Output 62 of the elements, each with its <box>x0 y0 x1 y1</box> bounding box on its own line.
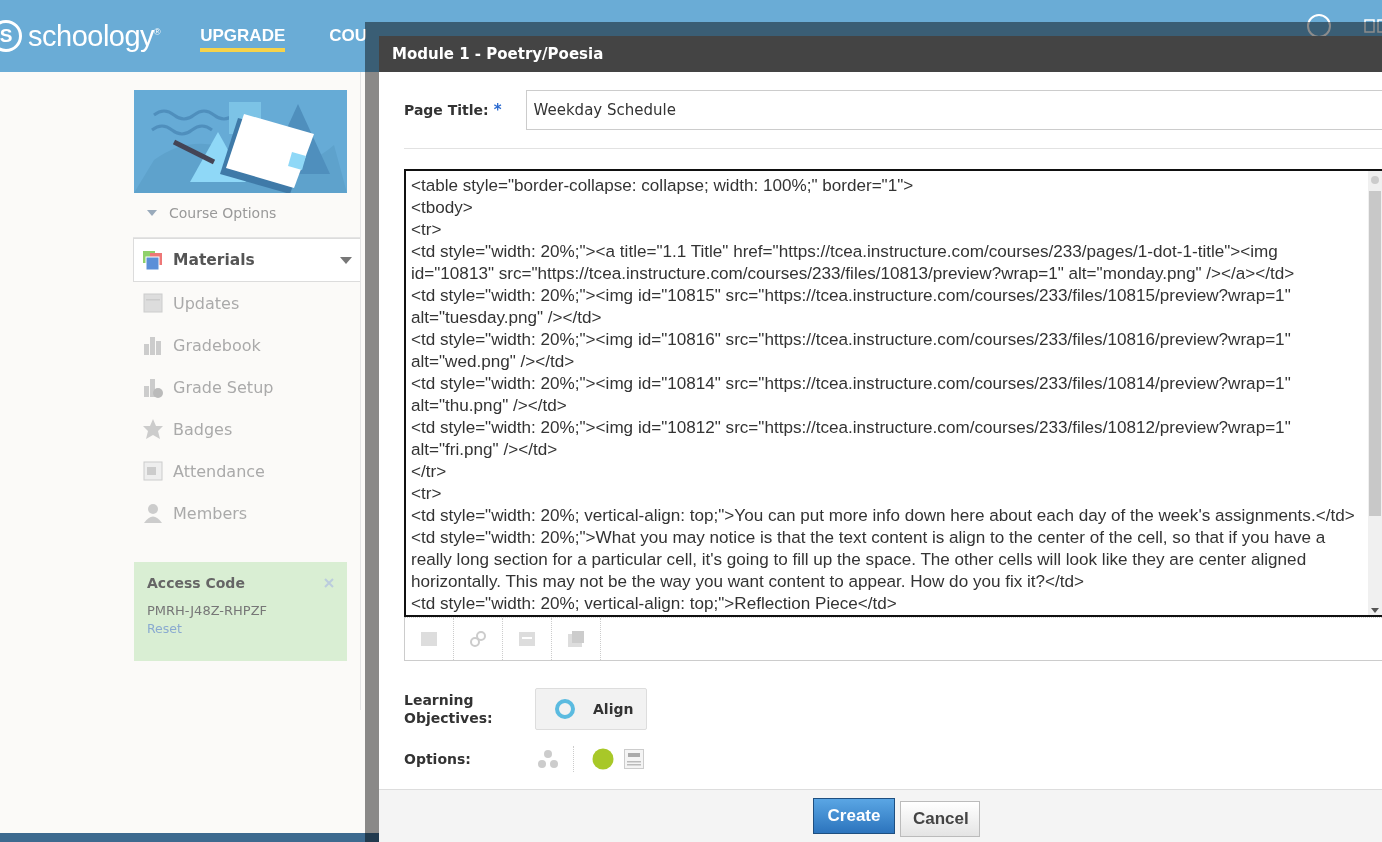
spellcheck-icon <box>624 749 644 769</box>
target-icon <box>555 699 575 719</box>
close-icon <box>324 578 334 588</box>
code-line: id="10813" src="https://tcea.instructure.com/courses/233/files/10813/preview?wrap=1" alt="monday.png" /></a></td> <box>411 263 1295 285</box>
sidebar-item[interactable]: Materials <box>133 238 360 282</box>
logo-text[interactable]: schoology$^{®}$ <box>28 19 161 53</box>
chart-gear-icon <box>142 376 164 398</box>
status-dot-icon <box>592 748 614 770</box>
reset-link[interactable]: Reset <box>147 621 182 636</box>
code-line: <td style="width: 20%; vertical-align: top;">You can put more info down here about each day of the week's assignments.</td> <box>411 505 1355 527</box>
required-mark: * <box>493 101 502 119</box>
code-line: alt="wed.png" /></td> <box>411 351 575 373</box>
insert-content-icon <box>419 629 439 649</box>
learning-objectives-label: Learning Objectives: <box>404 691 494 727</box>
create-button[interactable]: Create <box>813 798 895 834</box>
code-line: <table style="border-collapse: collapse; width: 100%;" border="1"> <box>411 175 914 197</box>
caret-icon <box>147 210 157 216</box>
code-line: <td style="width: 20%; vertical-align: top;">Reflection Piece</td> <box>411 593 897 615</box>
align-button[interactable]: Align <box>535 688 647 730</box>
logo-mark[interactable]: S <box>0 20 22 52</box>
sidebar-item[interactable]: Gradebook <box>134 324 360 366</box>
page-icon <box>142 292 164 314</box>
link-icon <box>468 629 488 649</box>
options-label: Options: <box>404 750 472 768</box>
sidebar-item[interactable]: Grade Setup <box>134 366 360 408</box>
access-code-value: PMRH-J48Z-RHPZF <box>147 603 269 618</box>
code-line: <td style="width: 20%;"><img id="10814" src="https://tcea.instructure.com/courses/233/files/10814/preview?wrap=1" <box>411 373 1291 395</box>
code-line: <td style="width: 20%;"><img id="10816" src="https://tcea.instructure.com/courses/233/files/10816/preview?wrap=1" <box>411 329 1291 351</box>
code-line: <tr> <box>411 483 442 505</box>
cancel-button[interactable]: Cancel <box>900 800 980 837</box>
code-line: alt="tuesday.png" /></td> <box>411 307 602 329</box>
code-line: <td style="width: 20%;"><img id="10815" src="https://tcea.instructure.com/courses/233/files/10815/preview?wrap=1" <box>411 285 1291 307</box>
code-line: <td style="width: 20%;"><a title="1.1 Title" href="https://tcea.instructure.com/courses/233/pages/1-dot-1-title"><img <box>411 241 1278 263</box>
code-line: horizontally. This may not be the way you want content to appear. How do you fix it?</td> <box>411 571 1085 593</box>
sidebar-item[interactable]: Members <box>134 492 360 534</box>
person-icon <box>142 502 164 524</box>
sidebar-item[interactable]: Updates <box>134 282 360 324</box>
code-line: <tr> <box>411 219 442 241</box>
code-line: <td style="width: 20%;"><img id="10812" src="https://tcea.instructure.com/courses/233/files/10812/preview?wrap=1" <box>411 417 1291 439</box>
bar-chart-icon <box>142 334 164 356</box>
course-options-link[interactable]: Course Options <box>169 205 277 221</box>
code-line: <td style="width: 20%;">What you may notice is that the text content is align to the center of the cell, so that if you have a <box>411 527 1326 549</box>
pictures-icon <box>142 249 164 271</box>
share-icon <box>537 749 559 769</box>
access-code-title: Access Code <box>147 575 245 591</box>
dialog-title: Module 1 - Poetry/Poesia <box>379 36 1382 72</box>
html-editor[interactable] <box>404 169 1382 617</box>
grid-icon <box>142 460 164 482</box>
embed-icon <box>517 629 537 649</box>
star-icon <box>142 418 164 440</box>
upgrade-link[interactable]: UPGRADE <box>200 22 286 52</box>
media-icon <box>566 629 586 649</box>
code-line: alt="thu.png" /></td> <box>411 395 567 417</box>
code-line: really long section for a particular cell, it's going to fill up the space. The other cells will look like they are center aligned <box>411 549 1307 571</box>
sidebar-item[interactable]: Attendance <box>134 450 360 492</box>
dropdown-caret-icon <box>340 256 352 264</box>
sidebar-item[interactable]: Badges <box>134 408 360 450</box>
page-title-field[interactable]: Weekday Schedule <box>525 90 1382 130</box>
page-title-label: Page Title: <box>404 102 489 118</box>
code-line: alt="fri.png" /></td> <box>411 439 558 461</box>
code-line: </tr> <box>411 461 447 483</box>
code-line: <tbody> <box>411 197 473 219</box>
